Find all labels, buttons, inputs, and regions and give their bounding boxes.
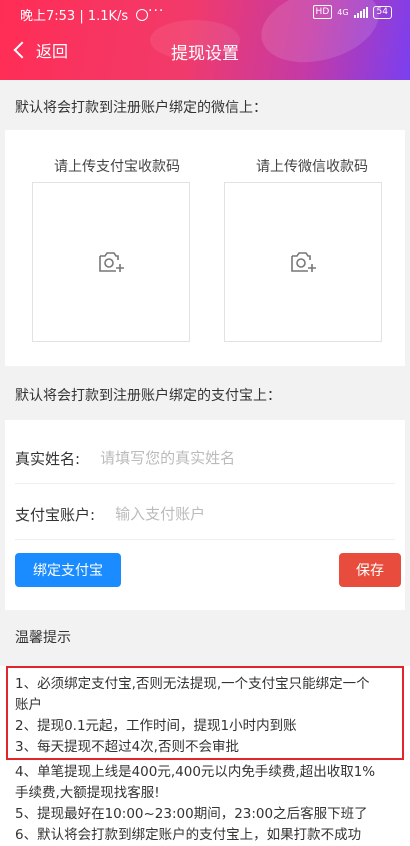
wechat-upload-label: 请上传微信收款码 bbox=[256, 159, 368, 175]
signal-icon bbox=[353, 6, 368, 18]
alipay-section-label: 默认将会打款到注册账户绑定的支付宝上： bbox=[15, 388, 281, 404]
tip-line: 5、提现最好在10:00~23:00期间，23:00之后客服下班了 bbox=[15, 806, 368, 822]
tip-line: 手续费,大额提现找客服! bbox=[15, 785, 160, 801]
wechat-upload-box[interactable] bbox=[224, 182, 382, 342]
alipay-upload-box[interactable] bbox=[32, 182, 190, 342]
name-input[interactable] bbox=[98, 448, 353, 468]
account-input[interactable] bbox=[113, 504, 358, 524]
name-label: 真实姓名: bbox=[15, 449, 81, 468]
camera-plus-icon bbox=[99, 252, 124, 272]
status-time: 晚上7:53 | 1.1K/s bbox=[20, 5, 149, 24]
save-button[interactable]: 保存 bbox=[339, 553, 401, 587]
header: 晚上7:53 | 1.1K/s ··· HD 4G 54 返回 提现设置 bbox=[0, 0, 410, 80]
hd-badge: HD bbox=[312, 5, 333, 19]
alipay-upload-label: 请上传支付宝收款码 bbox=[54, 159, 180, 175]
account-row: 支付宝账户: bbox=[15, 489, 395, 540]
status-more: ··· bbox=[148, 3, 165, 19]
account-label: 支付宝账户: bbox=[15, 505, 96, 524]
tips-title: 温馨提示 bbox=[15, 630, 71, 646]
page-title: 提现设置 bbox=[171, 44, 239, 64]
upload-card: 请上传支付宝收款码 请上传微信收款码 bbox=[5, 130, 405, 366]
tip-line: 4、单笔提现上线是400元,400元以内免手续费,超出收取1% bbox=[15, 764, 376, 780]
status-indicators: HD 4G 54 bbox=[312, 5, 392, 19]
highlight-box bbox=[6, 666, 404, 760]
alarm-icon bbox=[136, 9, 149, 21]
network-label: 4G bbox=[337, 7, 349, 17]
alipay-form-card: 真实姓名: 支付宝账户: 绑定支付宝 保存 bbox=[5, 420, 405, 610]
tip-line: 6、默认将会打款到绑定账户的支付宝上，如果打款不成功 bbox=[15, 827, 362, 843]
camera-plus-icon bbox=[291, 252, 316, 272]
wechat-section-label: 默认将会打款到注册账户绑定的微信上： bbox=[15, 100, 267, 116]
nav-bar: 返回 提现设置 bbox=[0, 30, 410, 74]
status-bar: 晚上7:53 | 1.1K/s ··· HD 4G 54 bbox=[0, 0, 410, 26]
bind-alipay-button[interactable]: 绑定支付宝 bbox=[15, 553, 121, 587]
battery-icon: 54 bbox=[372, 5, 392, 19]
name-row: 真实姓名: bbox=[15, 433, 395, 484]
